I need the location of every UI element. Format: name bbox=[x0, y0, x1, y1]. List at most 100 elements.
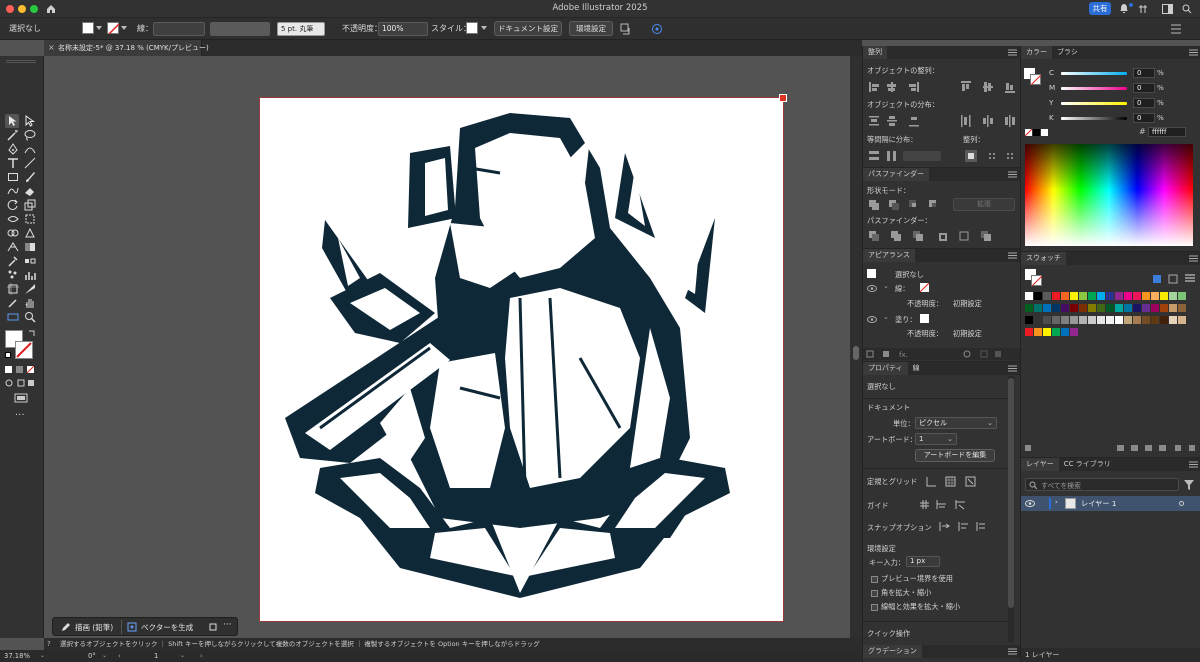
color-swatch[interactable] bbox=[1124, 292, 1132, 300]
color-swatch[interactable] bbox=[1115, 304, 1123, 312]
cc-libraries-tab[interactable]: CC ライブラリ bbox=[1058, 458, 1116, 471]
edit-artboard-button[interactable]: アートボードを編集 bbox=[915, 449, 995, 462]
color-swatch[interactable] bbox=[1070, 328, 1078, 336]
color-swatch[interactable] bbox=[1142, 292, 1150, 300]
arrange-icon[interactable] bbox=[1138, 4, 1148, 14]
variable-width-profile[interactable] bbox=[210, 22, 270, 36]
chevron-down-icon[interactable] bbox=[121, 26, 127, 31]
panel-menu-icon[interactable] bbox=[1008, 648, 1017, 655]
more-options-icon[interactable]: ··· bbox=[223, 620, 232, 630]
pen-tool-icon[interactable] bbox=[7, 143, 19, 155]
color-swatch[interactable] bbox=[1160, 292, 1168, 300]
color-swatch[interactable] bbox=[1178, 316, 1186, 324]
selection-tool-icon[interactable] bbox=[7, 115, 19, 127]
color-swatch[interactable] bbox=[1043, 328, 1051, 336]
black-slider[interactable] bbox=[1061, 117, 1127, 120]
line-tool-icon[interactable] bbox=[24, 157, 36, 169]
color-swatch[interactable] bbox=[1151, 292, 1159, 300]
chevron-down-icon[interactable]: ⌄ bbox=[883, 282, 889, 290]
layer-row[interactable]: › レイヤー 1 bbox=[1021, 496, 1200, 511]
color-swatch[interactable] bbox=[1124, 316, 1132, 324]
panel-menu-icon[interactable] bbox=[1189, 461, 1198, 468]
black-color-swatch[interactable] bbox=[1033, 129, 1040, 136]
color-swatch[interactable] bbox=[1115, 292, 1123, 300]
transform-icon[interactable] bbox=[620, 23, 632, 35]
panel-menu-icon[interactable] bbox=[1008, 49, 1017, 56]
appearance-fill-swatch[interactable] bbox=[920, 314, 929, 323]
color-swatch[interactable] bbox=[1142, 316, 1150, 324]
color-tab[interactable]: カラー bbox=[1021, 46, 1052, 59]
panel-menu-icon[interactable] bbox=[1008, 252, 1017, 259]
color-swatch[interactable] bbox=[1052, 328, 1060, 336]
color-swatch[interactable] bbox=[1034, 316, 1042, 324]
fox-soldier-illustration[interactable] bbox=[260, 98, 783, 621]
color-swatch[interactable] bbox=[1169, 292, 1177, 300]
gradient-mode-icon[interactable] bbox=[16, 366, 23, 373]
color-swatch[interactable] bbox=[1025, 292, 1033, 300]
direct-selection-tool-icon[interactable] bbox=[24, 115, 36, 127]
cyan-slider[interactable] bbox=[1061, 72, 1127, 75]
chevron-down-icon[interactable]: ⌄ bbox=[102, 650, 107, 662]
color-swatch[interactable] bbox=[1097, 292, 1105, 300]
color-swatch[interactable] bbox=[1133, 304, 1141, 312]
color-swatch[interactable] bbox=[1070, 292, 1078, 300]
color-swatch[interactable] bbox=[1061, 328, 1069, 336]
color-swatch[interactable] bbox=[1025, 304, 1033, 312]
color-swatch[interactable] bbox=[1106, 304, 1114, 312]
panel-menu-icon[interactable] bbox=[1008, 365, 1017, 372]
black-value[interactable]: 0 bbox=[1133, 113, 1155, 123]
chevron-down-icon[interactable]: ⌄ bbox=[883, 313, 889, 321]
color-mode-icon[interactable] bbox=[5, 366, 12, 373]
color-swatch[interactable] bbox=[1043, 304, 1051, 312]
yellow-slider[interactable] bbox=[1061, 102, 1127, 105]
magenta-slider[interactable] bbox=[1061, 87, 1127, 90]
document-tab[interactable]: × 名称未設定-5* @ 37.18 % (CMYK/プレビュー) bbox=[44, 40, 209, 56]
yellow-value[interactable]: 0 bbox=[1133, 98, 1155, 108]
zoom-level[interactable]: 37.18% bbox=[4, 650, 30, 662]
color-swatch[interactable] bbox=[1079, 316, 1087, 324]
fill-swatch[interactable] bbox=[82, 22, 94, 34]
color-swatch[interactable] bbox=[1151, 316, 1159, 324]
column-graph-tool-icon[interactable] bbox=[24, 269, 36, 281]
eye-icon[interactable] bbox=[867, 285, 877, 292]
draw-modes-icon[interactable] bbox=[5, 378, 35, 388]
lasso-tool-icon[interactable] bbox=[24, 129, 36, 141]
help-icon[interactable]: ? bbox=[47, 638, 51, 650]
layer-name[interactable]: レイヤー 1 bbox=[1081, 499, 1116, 509]
color-swatch[interactable] bbox=[1061, 304, 1069, 312]
curvature-tool-icon[interactable] bbox=[24, 143, 36, 155]
color-swatch[interactable] bbox=[1133, 292, 1141, 300]
gradient-tab[interactable]: グラデーション bbox=[863, 645, 922, 658]
properties-tab[interactable]: プロパティ bbox=[863, 362, 908, 375]
brushes-tab[interactable]: ブラシ bbox=[1052, 46, 1083, 59]
color-swatch[interactable] bbox=[1178, 292, 1186, 300]
color-swatch[interactable] bbox=[1061, 316, 1069, 324]
draw-pencil-button[interactable]: 描画 (鉛筆) bbox=[75, 622, 113, 633]
color-swatch[interactable] bbox=[1052, 316, 1060, 324]
generate-vector-button[interactable]: ベクターを生成 bbox=[141, 622, 193, 633]
color-swatch[interactable] bbox=[1070, 304, 1078, 312]
color-swatch[interactable] bbox=[1142, 304, 1150, 312]
checkbox-icon[interactable] bbox=[871, 589, 878, 597]
color-swatch[interactable] bbox=[1088, 316, 1096, 324]
swatch-grid[interactable] bbox=[1025, 292, 1195, 340]
eraser-tool-icon[interactable] bbox=[24, 185, 36, 197]
free-transform-tool-icon[interactable] bbox=[24, 213, 36, 225]
color-swatch[interactable] bbox=[1034, 304, 1042, 312]
brush-definition[interactable]: 5 pt. 丸筆 bbox=[277, 22, 325, 36]
paintbrush-tool-icon[interactable] bbox=[24, 171, 36, 183]
color-swatch[interactable] bbox=[1133, 316, 1141, 324]
color-swatch[interactable] bbox=[1106, 292, 1114, 300]
screen-mode-icon[interactable] bbox=[14, 393, 28, 403]
scroll-thumb[interactable] bbox=[1008, 378, 1014, 608]
stroke-swatch[interactable] bbox=[107, 22, 120, 35]
color-swatch[interactable] bbox=[1061, 292, 1069, 300]
workspace-icon[interactable] bbox=[1162, 4, 1173, 14]
next-artboard-icon[interactable]: › bbox=[200, 650, 203, 662]
live-paint-tool-icon[interactable] bbox=[24, 227, 36, 239]
color-swatch[interactable] bbox=[1043, 292, 1051, 300]
default-colors-icon[interactable] bbox=[5, 352, 11, 358]
chevron-right-icon[interactable]: › bbox=[1055, 498, 1058, 506]
color-swatch[interactable] bbox=[1097, 304, 1105, 312]
guides-buttons[interactable] bbox=[919, 499, 969, 510]
